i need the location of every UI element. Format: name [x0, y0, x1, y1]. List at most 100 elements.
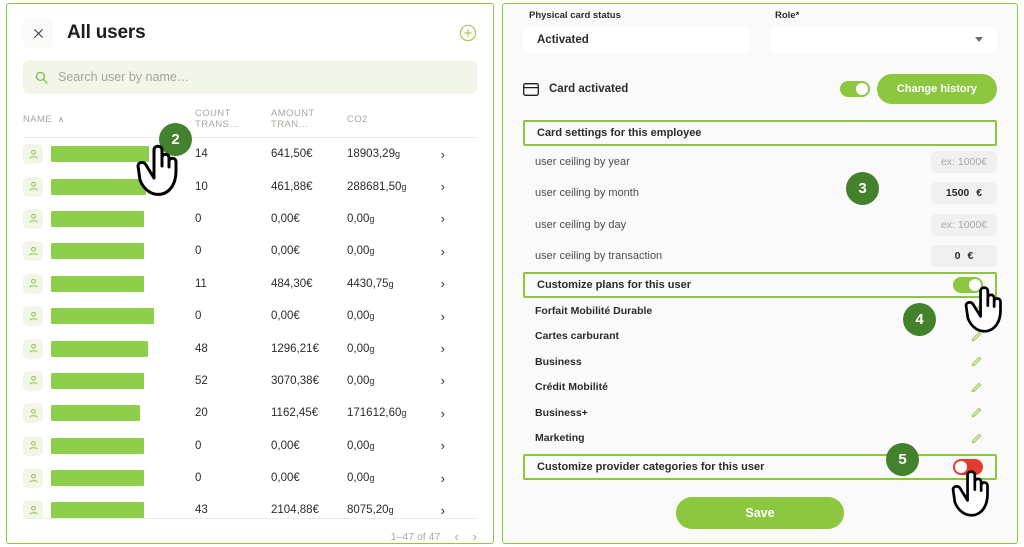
- person-icon: [28, 311, 38, 321]
- top-fields-row: Physical card status Activated Role*: [523, 4, 997, 54]
- pencil-icon[interactable]: [970, 406, 983, 419]
- physical-card-status-field: Physical card status Activated: [523, 10, 751, 54]
- co2-value: 288681,50: [347, 180, 402, 193]
- table-row[interactable]: 11 484,30€ 4430,75g ›: [23, 268, 477, 300]
- row-detail-chevron-icon[interactable]: ›: [425, 147, 445, 162]
- avatar: [23, 403, 43, 424]
- avatar: [23, 241, 43, 262]
- table-row[interactable]: 43 2104,88€ 8075,20g ›: [23, 494, 477, 518]
- table-row[interactable]: 0 0,00€ 0,00g ›: [23, 235, 477, 267]
- plan-row[interactable]: Marketing: [523, 426, 997, 452]
- plan-row[interactable]: Forfait Mobilité Durable: [523, 298, 997, 324]
- amount-transactions-cell: 3070,38€: [271, 374, 319, 387]
- co2-unit: g: [369, 213, 375, 224]
- pencil-icon[interactable]: [970, 432, 983, 445]
- card-settings-section-header: Card settings for this employee: [523, 120, 997, 146]
- person-icon: [28, 181, 38, 191]
- amount-transactions-cell: 641,50€: [271, 148, 313, 161]
- users-table-body: 14 641,50€ 18903,29g › 10 461,88€ 288681,50g › 0…: [23, 138, 477, 518]
- plan-row[interactable]: Crédit Mobilité: [523, 375, 997, 401]
- plan-name: Business: [535, 355, 582, 368]
- ceiling-input[interactable]: ex: 1000€: [931, 213, 997, 236]
- table-row[interactable]: 0 0,00€ 0,00g ›: [23, 203, 477, 235]
- column-header-name[interactable]: NAME ∧: [23, 114, 195, 125]
- pagination-prev-button[interactable]: ‹: [454, 529, 458, 543]
- ceiling-row: user ceiling by transaction 0 €: [523, 241, 997, 273]
- redacted-user-name: [51, 146, 149, 163]
- table-row[interactable]: 10 461,88€ 288681,50g ›: [23, 170, 477, 202]
- co2-value: 8075,20: [347, 504, 389, 517]
- user-detail-panel: Physical card status Activated Role* Car…: [502, 3, 1018, 544]
- row-detail-chevron-icon[interactable]: ›: [425, 244, 445, 259]
- row-detail-chevron-icon[interactable]: ›: [425, 211, 445, 226]
- customize-plans-row: Customize plans for this user: [523, 272, 997, 298]
- plan-row[interactable]: Business+: [523, 400, 997, 426]
- table-row[interactable]: 0 0,00€ 0,00g ›: [23, 462, 477, 494]
- count-transactions-cell: 0: [195, 310, 202, 323]
- count-transactions-cell: 11: [195, 277, 207, 290]
- redacted-user-name: [51, 340, 148, 357]
- row-detail-chevron-icon[interactable]: ›: [425, 471, 445, 486]
- card-activated-toggle[interactable]: [840, 81, 871, 97]
- search-input[interactable]: [58, 70, 465, 84]
- co2-unit: g: [369, 246, 375, 257]
- co2-cell: 288681,50g: [347, 181, 425, 193]
- co2-unit: g: [369, 311, 375, 322]
- avatar: [23, 176, 43, 197]
- pencil-icon[interactable]: [970, 355, 983, 368]
- plus-circle-icon[interactable]: [459, 24, 477, 42]
- table-row[interactable]: 52 3070,38€ 0,00g ›: [23, 365, 477, 397]
- ceiling-input[interactable]: 0 €: [931, 245, 997, 268]
- column-header-count-trans[interactable]: COUNT TRANS…: [195, 108, 271, 130]
- user-name-cell: [23, 403, 195, 424]
- person-icon: [28, 214, 38, 224]
- table-row[interactable]: 14 641,50€ 18903,29g ›: [23, 138, 477, 170]
- change-history-button[interactable]: Change history: [876, 74, 997, 104]
- ceiling-value: 0: [954, 250, 961, 263]
- table-row[interactable]: 0 0,00€ 0,00g ›: [23, 430, 477, 462]
- save-button[interactable]: Save: [676, 497, 844, 529]
- person-icon: [28, 279, 38, 288]
- row-detail-chevron-icon[interactable]: ›: [425, 373, 445, 388]
- table-row[interactable]: 0 0,00€ 0,00g ›: [23, 300, 477, 332]
- plan-name: Crédit Mobilité: [535, 381, 608, 394]
- ceiling-input[interactable]: ex: 1000€: [931, 150, 997, 173]
- row-detail-chevron-icon[interactable]: ›: [425, 341, 445, 356]
- row-detail-chevron-icon[interactable]: ›: [425, 406, 445, 421]
- pencil-icon[interactable]: [970, 381, 983, 394]
- user-name-cell: [23, 500, 195, 518]
- ceiling-value: 1500: [945, 187, 970, 200]
- table-row[interactable]: 20 1162,45€ 171612,60g ›: [23, 397, 477, 429]
- co2-unit: g: [388, 278, 394, 289]
- ceiling-input[interactable]: 1500 €: [931, 182, 997, 205]
- search-bar[interactable]: [23, 60, 477, 94]
- customize-provider-categories-toggle[interactable]: [953, 459, 983, 475]
- ceiling-row: user ceiling by day ex: 1000€: [523, 209, 997, 241]
- row-detail-chevron-icon[interactable]: ›: [425, 179, 445, 194]
- column-header-amount-trans[interactable]: AMOUNT TRAN…: [271, 108, 347, 130]
- pencil-icon[interactable]: [970, 304, 983, 317]
- row-detail-chevron-icon[interactable]: ›: [425, 309, 445, 324]
- plan-row[interactable]: Cartes carburant: [523, 324, 997, 350]
- avatar: [23, 468, 43, 489]
- row-detail-chevron-icon[interactable]: ›: [425, 438, 445, 453]
- role-select[interactable]: [769, 26, 997, 54]
- co2-cell: 0,00g: [347, 440, 425, 452]
- redacted-user-name: [51, 437, 144, 454]
- column-header-co2[interactable]: CO2: [347, 114, 425, 125]
- co2-unit: g: [369, 473, 375, 484]
- pencil-icon[interactable]: [970, 330, 983, 343]
- row-detail-chevron-icon[interactable]: ›: [425, 276, 445, 291]
- plan-row[interactable]: Business: [523, 349, 997, 375]
- physical-card-status-value[interactable]: Activated: [523, 26, 751, 54]
- co2-value: 0,00: [347, 472, 370, 485]
- co2-unit: g: [394, 149, 400, 160]
- table-row[interactable]: 48 1296,21€ 0,00g ›: [23, 332, 477, 364]
- pencil-glyph: [971, 382, 982, 393]
- all-users-panel: All users NAME ∧: [6, 3, 494, 544]
- close-icon[interactable]: [23, 18, 53, 48]
- customize-plans-toggle[interactable]: [953, 277, 983, 293]
- pagination-next-button[interactable]: ›: [473, 529, 477, 543]
- row-detail-chevron-icon[interactable]: ›: [425, 503, 445, 518]
- co2-cell: 4430,75g: [347, 278, 425, 290]
